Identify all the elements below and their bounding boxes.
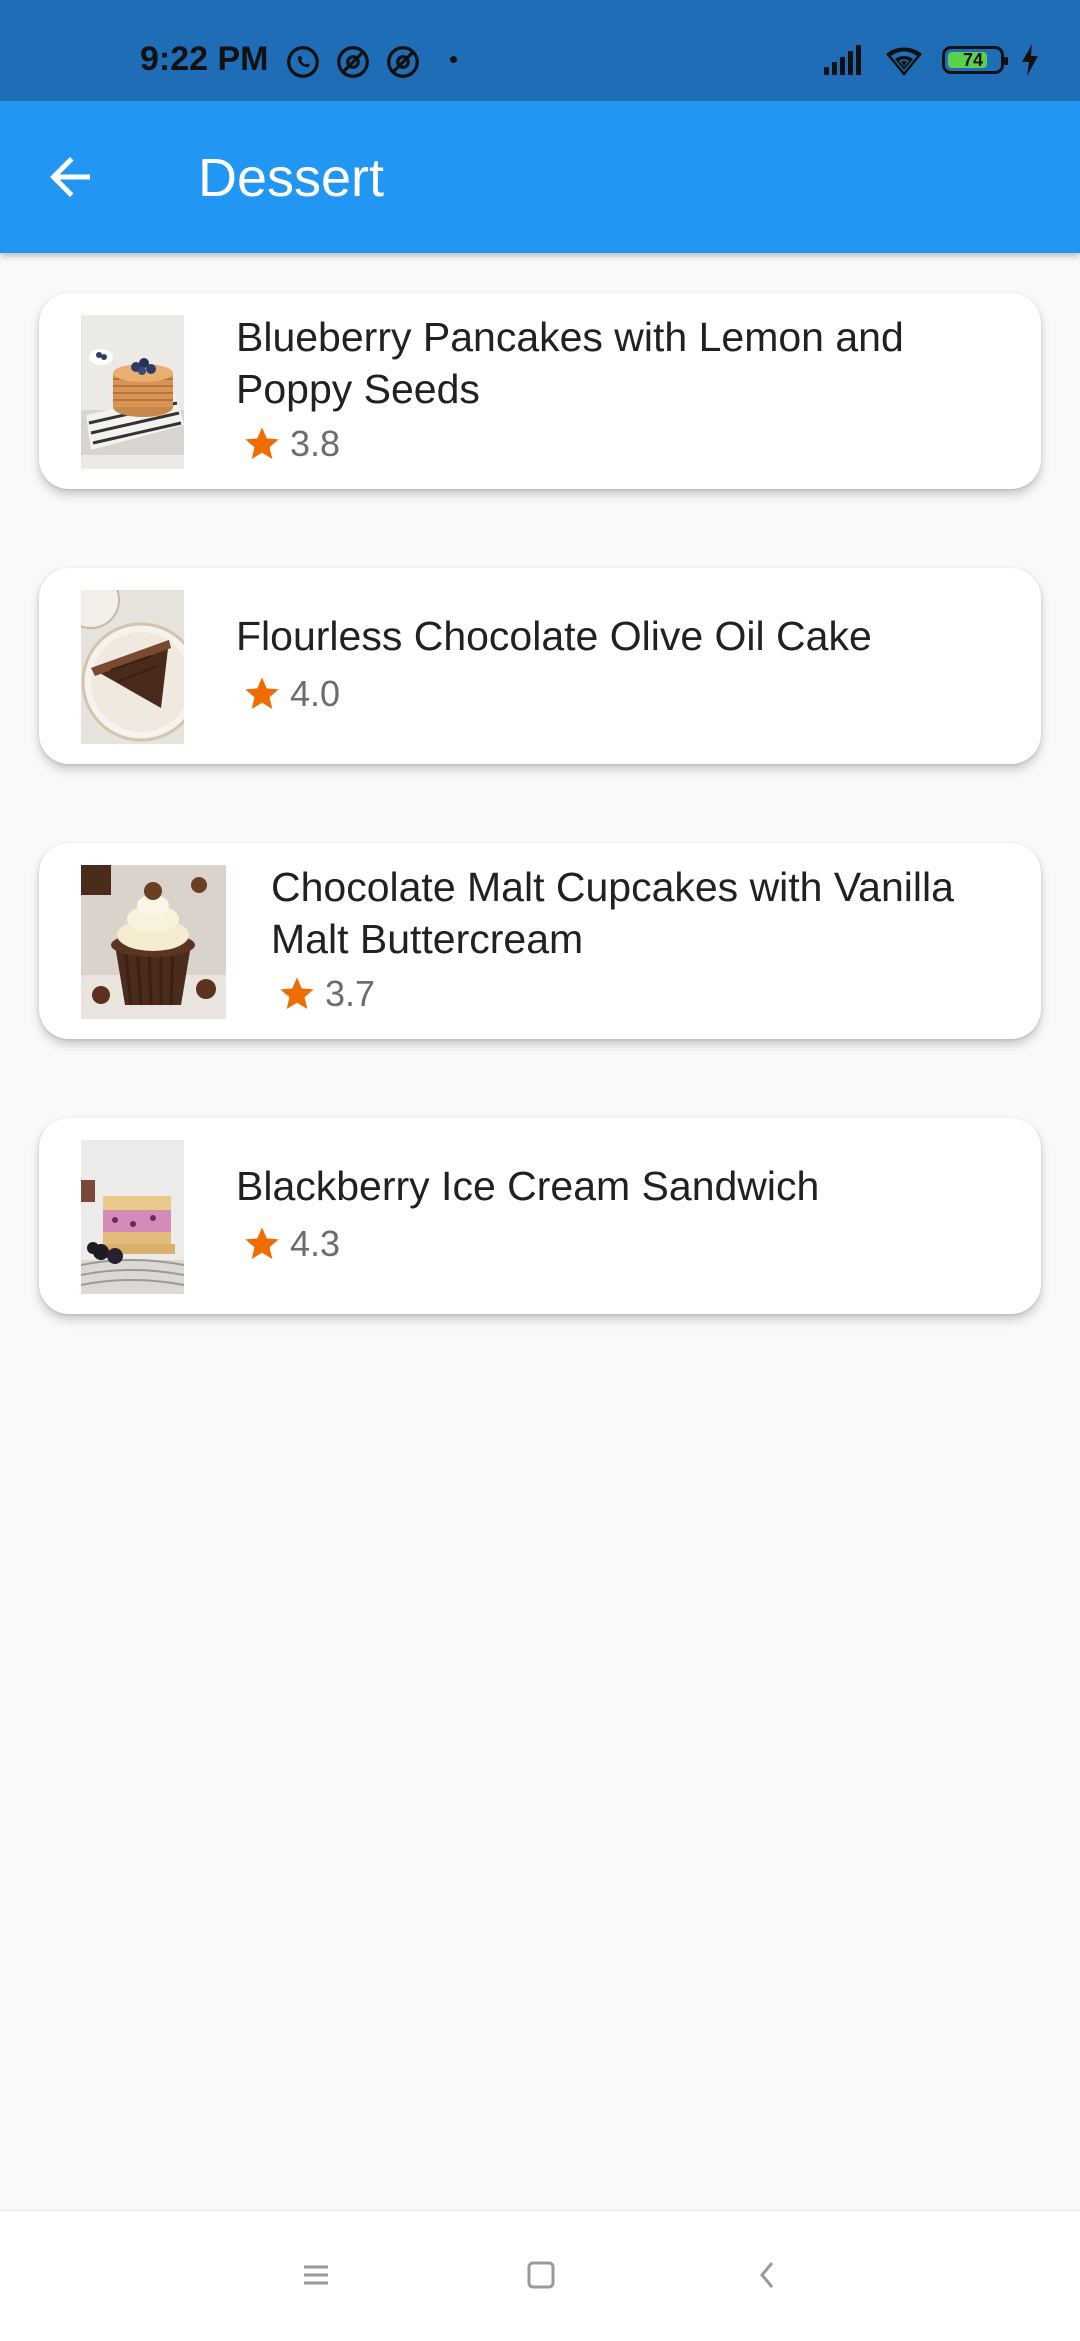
recipe-rating: 3.7	[277, 973, 375, 1015]
recipe-rating: 4.0	[242, 673, 340, 715]
star-icon	[280, 977, 314, 1009]
system-icons: 74	[822, 42, 1040, 78]
menu-icon[interactable]	[296, 2255, 336, 2295]
recipe-card[interactable]: Blackberry Ice Cream Sandwich 4.3	[39, 1118, 1041, 1314]
pancakes-thumbnail	[81, 315, 184, 469]
more-notifications-dot	[450, 56, 457, 63]
rating-value: 3.8	[290, 423, 341, 464]
back-button[interactable]	[40, 147, 112, 207]
chocolate-cake-thumbnail	[81, 590, 184, 744]
home-icon[interactable]	[521, 2255, 561, 2295]
recipe-card[interactable]: Flourless Chocolate Olive Oil Cake 4.0	[39, 568, 1041, 764]
star-icon	[245, 677, 279, 709]
star-icon	[245, 1227, 279, 1259]
battery-level: 74	[962, 49, 984, 70]
arrow-left-icon	[50, 157, 90, 197]
back-icon[interactable]	[748, 2255, 788, 2295]
cupcake-thumbnail	[81, 865, 226, 1019]
signal-icon	[824, 45, 861, 75]
page-title: Dessert	[198, 148, 385, 208]
recipe-rating: 3.8	[242, 423, 340, 465]
at-icon	[337, 46, 369, 78]
wifi-icon	[886, 47, 922, 76]
battery-icon: 74	[942, 46, 1008, 74]
notification-icons	[285, 44, 421, 80]
recipe-card[interactable]: Chocolate Malt Cupcakes with Vanilla Mal…	[39, 843, 1041, 1039]
system-navigation-bar	[0, 2210, 1080, 2341]
recipe-rating: 4.3	[242, 1223, 340, 1265]
recipe-title: Blackberry Ice Cream Sandwich	[236, 1163, 820, 1209]
status-time: 9:22 PM	[140, 40, 269, 78]
star-icon	[245, 427, 279, 459]
rating-value: 4.3	[290, 1223, 341, 1264]
at-icon	[387, 46, 419, 78]
status-bar: 9:22 PM 74	[0, 0, 1080, 101]
recipe-title: Chocolate Malt Cupcakes with Vanilla Mal…	[271, 864, 954, 962]
ice-cream-sandwich-thumbnail	[81, 1140, 184, 1294]
recipe-title: Flourless Chocolate Olive Oil Cake	[236, 613, 872, 659]
app-bar: Dessert	[0, 101, 1080, 253]
rating-value: 4.0	[290, 673, 341, 714]
whatsapp-icon	[287, 46, 319, 78]
recipe-title: Blueberry Pancakes with Lemon and Poppy …	[236, 314, 904, 412]
charging-icon	[1022, 44, 1038, 76]
rating-value: 3.7	[325, 973, 376, 1014]
recipe-card[interactable]: Blueberry Pancakes with Lemon and Poppy …	[39, 293, 1041, 489]
